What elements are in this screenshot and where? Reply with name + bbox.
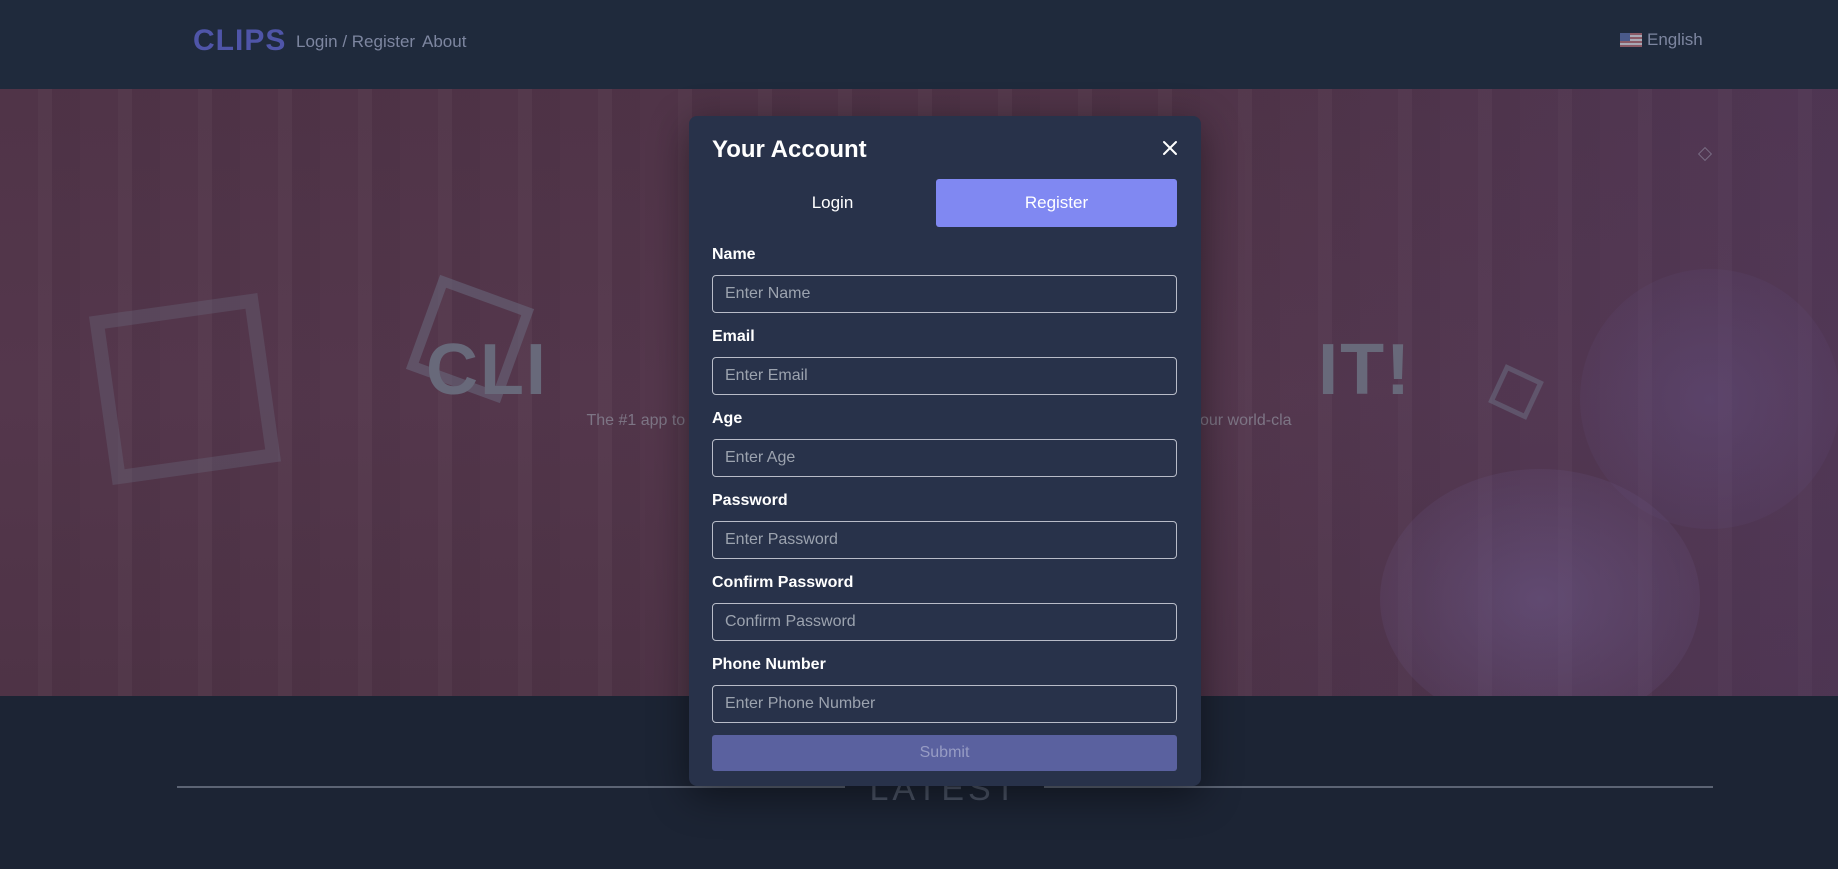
- us-flag-icon: [1620, 33, 1642, 47]
- account-modal: Your Account Login Register Name Email A…: [689, 116, 1201, 786]
- email-field[interactable]: [712, 357, 1177, 395]
- age-field[interactable]: [712, 439, 1177, 477]
- language-selector[interactable]: English: [1620, 30, 1703, 50]
- latest-divider-left: [177, 786, 845, 788]
- phone-number-label: Phone Number: [712, 656, 826, 673]
- tab-login[interactable]: Login: [712, 179, 953, 227]
- close-icon[interactable]: [1158, 136, 1182, 160]
- modal-title: Your Account: [712, 136, 867, 163]
- nav-link-about[interactable]: About: [422, 32, 466, 52]
- modal-tabs: Login Register: [712, 179, 1177, 227]
- email-label: Email: [712, 328, 755, 345]
- confirm-password-label: Confirm Password: [712, 574, 854, 591]
- navbar: CLIPS Login / Register About English: [0, 0, 1838, 89]
- name-field[interactable]: [712, 275, 1177, 313]
- submit-button[interactable]: Submit: [712, 735, 1177, 771]
- password-label: Password: [712, 492, 788, 509]
- age-label: Age: [712, 410, 743, 427]
- phone-number-field[interactable]: [712, 685, 1177, 723]
- password-field[interactable]: [712, 521, 1177, 559]
- name-label: Name: [712, 246, 756, 263]
- tab-register[interactable]: Register: [936, 179, 1177, 227]
- confirm-password-field[interactable]: [712, 603, 1177, 641]
- decorative-square: [1697, 146, 1713, 162]
- language-label: English: [1647, 30, 1703, 49]
- nav-link-login-register[interactable]: Login / Register: [296, 32, 415, 52]
- latest-divider-right: [1044, 786, 1713, 788]
- brand-logo[interactable]: CLIPS: [193, 24, 286, 58]
